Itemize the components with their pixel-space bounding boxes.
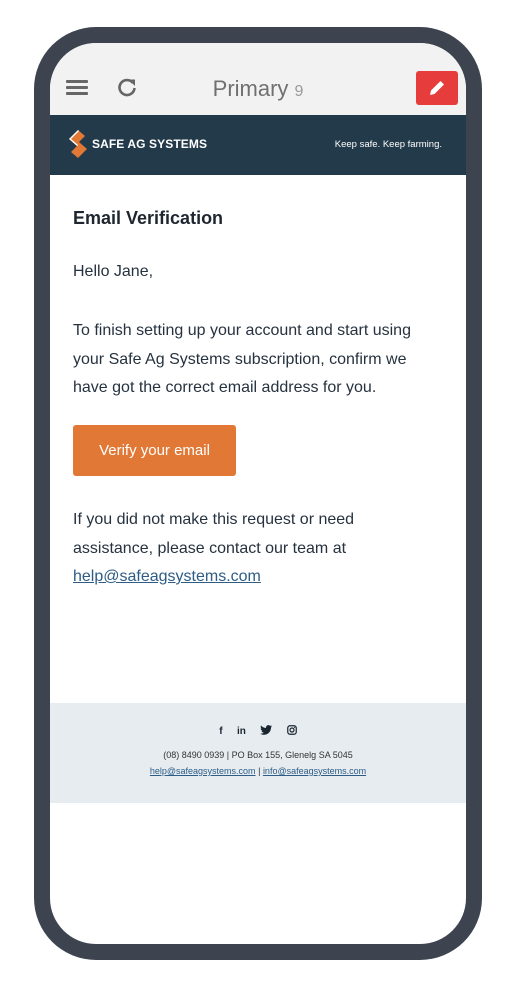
instagram-icon[interactable] (286, 725, 297, 738)
footer-separator: | (258, 766, 261, 776)
footer-address: (08) 8490 0939 | PO Box 155, Glenelg SA … (163, 750, 353, 760)
email-message: To finish setting up your account and st… (73, 322, 411, 396)
email-heading: Email Verification (73, 208, 224, 228)
footer-info-link[interactable]: info@safeagsystems.com (263, 766, 366, 776)
twitter-icon[interactable] (260, 725, 273, 738)
brand-name: SAFE AG SYSTEMS (92, 137, 208, 151)
phone-screen: Primary 9 SAFE AG SYSTEMS Keep safe. Keep… (50, 43, 466, 944)
unread-count: 9 (294, 83, 304, 100)
phone-frame: Primary 9 SAFE AG SYSTEMS Keep safe. Keep… (34, 27, 482, 960)
brand-header: SAFE AG SYSTEMS Keep safe. Keep farming. (50, 115, 466, 175)
brand-tagline: Keep safe. Keep farming. (334, 139, 442, 150)
help-text: If you did not make this request or need… (73, 511, 355, 557)
email-greeting: Hello Jane, (73, 263, 154, 280)
footer-help-link[interactable]: help@safeagsystems.com (150, 766, 256, 776)
help-paragraph: If you did not make this request or need… (73, 506, 433, 592)
email-footer: f in (08) 8490 0939 | PO Box 155, Glenel… (50, 703, 466, 803)
verify-email-button[interactable]: Verify your email (73, 425, 236, 476)
social-links: f in (50, 723, 466, 741)
inbox-label: Primary (212, 76, 289, 101)
linkedin-icon[interactable]: in (237, 726, 246, 737)
pencil-icon (430, 81, 444, 95)
inbox-title: Primary 9 (50, 76, 466, 102)
facebook-icon[interactable]: f (219, 726, 222, 737)
compose-button[interactable] (416, 71, 458, 105)
help-email-link[interactable]: help@safeagsystems.com (73, 568, 261, 585)
mail-app-bar: Primary 9 (50, 43, 466, 115)
footer-links: help@safeagsystems.com | info@safeagsyst… (50, 766, 466, 776)
safe-ag-logo-icon (69, 130, 87, 158)
